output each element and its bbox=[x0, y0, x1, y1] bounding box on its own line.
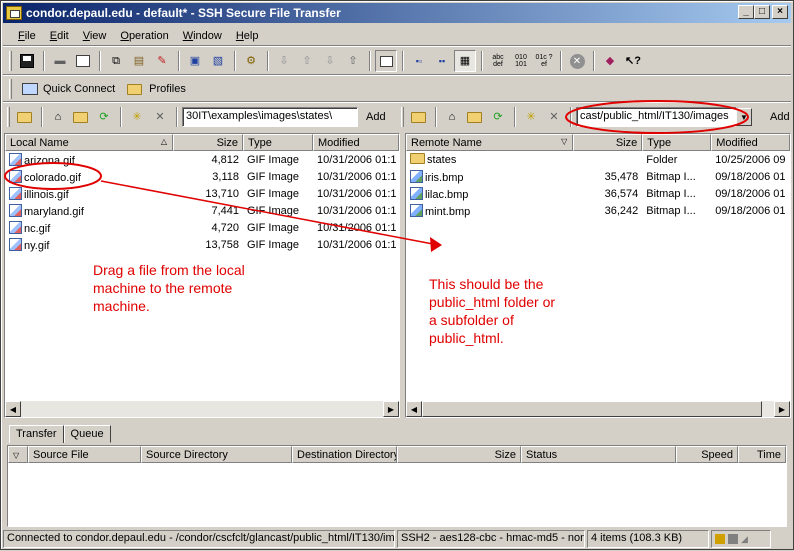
colorado-highlight-ellipse bbox=[4, 162, 102, 190]
items-status: 4 items (108.3 KB) bbox=[587, 530, 709, 548]
size-column[interactable]: Size bbox=[397, 446, 521, 463]
main-window: condor.depaul.edu - default* - SSH Secur… bbox=[0, 0, 794, 550]
tab-queue[interactable]: Queue bbox=[63, 425, 111, 443]
transfer-icon bbox=[728, 534, 738, 544]
lock-icon bbox=[715, 534, 725, 544]
connection-status: Connected to condor.depaul.edu - /condor… bbox=[3, 530, 395, 548]
time-column[interactable]: Time bbox=[738, 446, 786, 463]
transfer-tabs: Transfer Queue bbox=[9, 425, 111, 443]
cipher-status: SSH2 - aes128-cbc - hmac-md5 - none bbox=[397, 530, 585, 548]
drag-arrow-head bbox=[430, 237, 442, 252]
status-bar: Connected to condor.depaul.edu - /condor… bbox=[3, 530, 791, 548]
remote-path-highlight-ellipse bbox=[565, 100, 749, 134]
speed-column[interactable]: Speed bbox=[676, 446, 738, 463]
status-column[interactable]: Status bbox=[521, 446, 676, 463]
tab-transfer[interactable]: Transfer bbox=[9, 425, 64, 443]
destination-directory-column[interactable]: Destination Directory bbox=[292, 446, 397, 463]
transfer-sort-icon[interactable]: ▽ bbox=[8, 446, 28, 463]
drag-arrow-line bbox=[100, 180, 434, 245]
source-file-column[interactable]: Source File bbox=[28, 446, 141, 463]
transfer-list[interactable]: ▽ Source File Source Directory Destinati… bbox=[7, 445, 787, 527]
source-directory-column[interactable]: Source Directory bbox=[141, 446, 292, 463]
status-icons: ◢ bbox=[711, 530, 771, 548]
resize-grip-icon[interactable]: ◢ bbox=[741, 534, 748, 545]
transfer-list-header: ▽ Source File Source Directory Destinati… bbox=[8, 446, 786, 463]
